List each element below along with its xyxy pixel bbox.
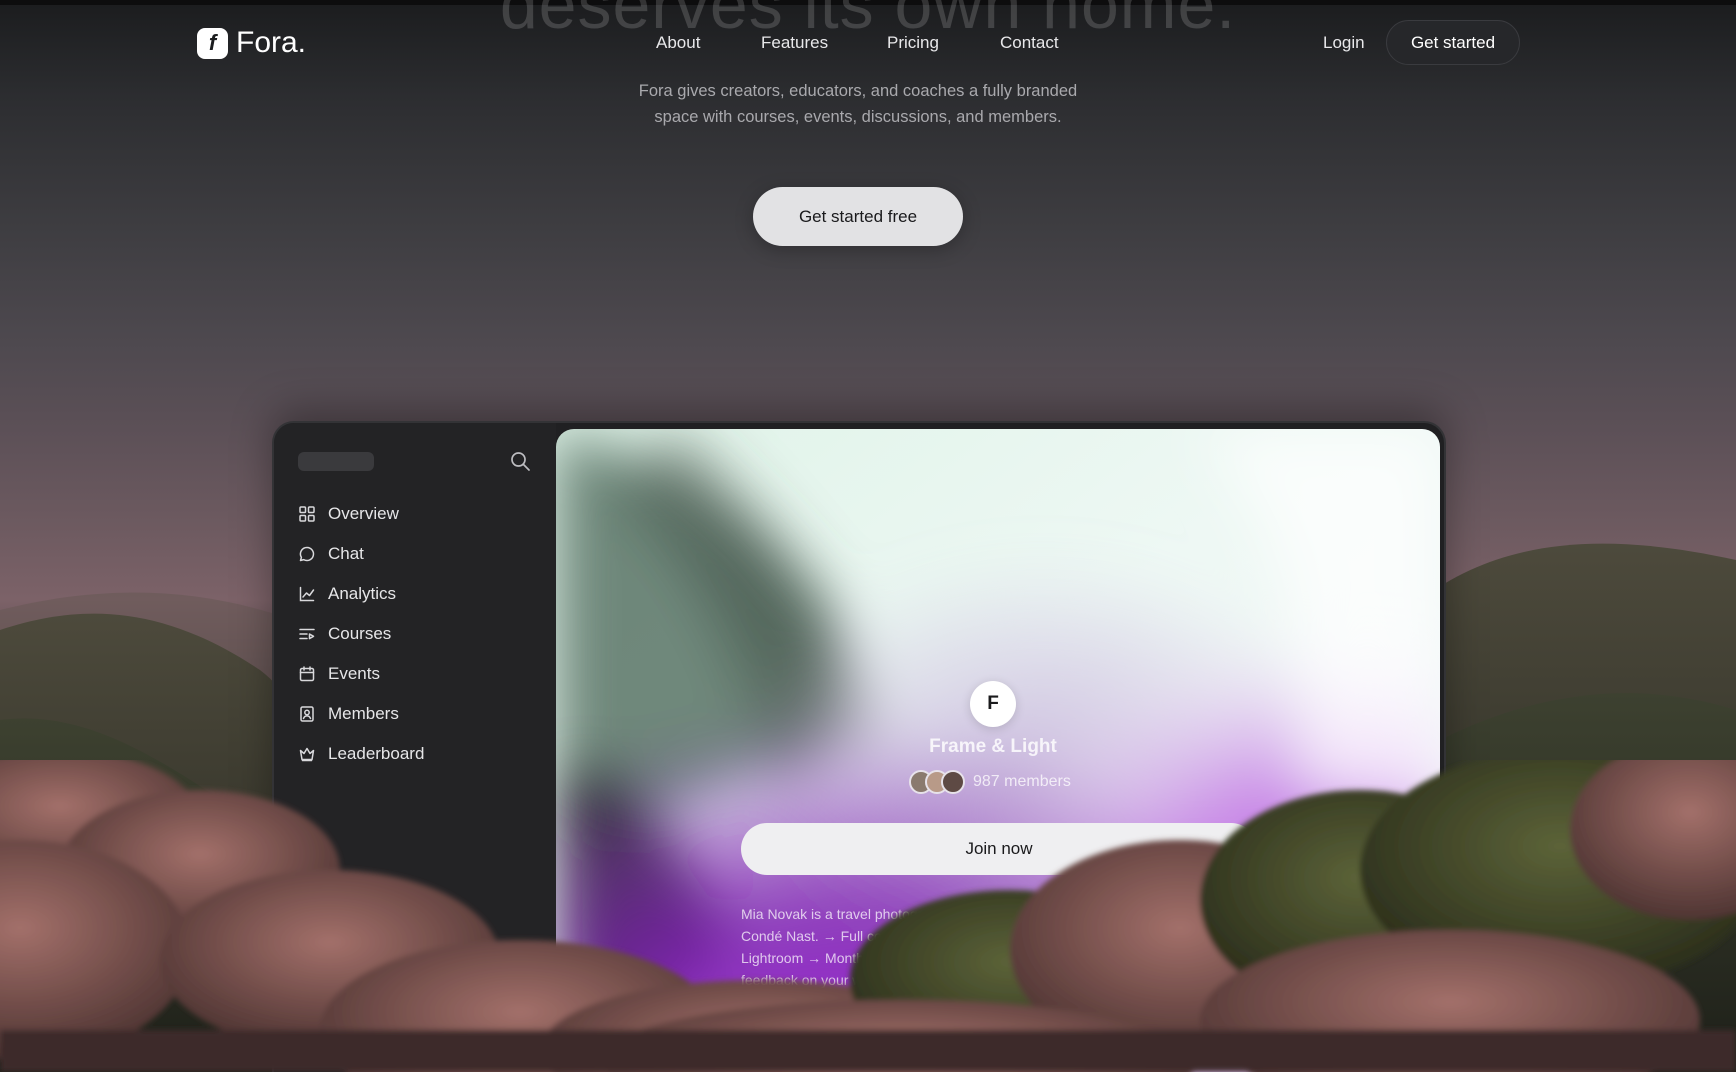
get-started-button[interactable]: Get started <box>1386 20 1520 65</box>
calendar-icon <box>299 666 315 682</box>
description-line: Mia Novak is a travel photographer publi… <box>741 906 1196 922</box>
sidebar-item-events[interactable]: Events <box>298 659 380 689</box>
courses-icon <box>299 628 315 640</box>
sidebar-item-chat[interactable]: Chat <box>298 539 364 569</box>
sidebar-item-label: Members <box>328 704 399 723</box>
community-preview: F Frame & Light 987 members Join now Mia… <box>556 429 1440 1072</box>
description-line: feedback on your work fr <box>741 972 895 988</box>
sidebar-item-members[interactable]: Members <box>298 699 399 729</box>
member-card-icon <box>300 706 314 722</box>
nav-link-features[interactable]: Features <box>761 33 828 53</box>
sidebar-item-label: Analytics <box>328 584 397 603</box>
avatar <box>941 770 965 794</box>
community-name: Frame & Light <box>929 736 1057 757</box>
logo-icon: f <box>197 27 228 59</box>
sidebar-item-label: Overview <box>328 504 399 523</box>
sidebar-item-label: Leaderboard <box>328 744 425 763</box>
member-avatars <box>909 770 965 794</box>
sidebar-item-courses[interactable]: Courses <box>298 619 391 649</box>
sidebar-item-label: Events <box>328 664 380 683</box>
hero-subtitle: Fora gives creators, educators, and coac… <box>568 78 1148 130</box>
description-line: Condé Nast. → Full courses on compositio… <box>741 928 1134 944</box>
community-avatar: F <box>970 681 1016 727</box>
join-now-button[interactable]: Join now <box>741 823 1257 875</box>
crown-icon <box>299 747 315 762</box>
logo-text: Fora. <box>236 26 307 59</box>
description-line: Lightroom → Monthly photo challenges wit… <box>741 950 1029 966</box>
get-started-free-button[interactable]: Get started free <box>753 187 963 246</box>
members-summary: 987 members <box>909 769 1071 795</box>
sidebar-item-label: Courses <box>328 624 392 643</box>
workspace-placeholder <box>298 452 374 471</box>
chat-bubble-icon <box>299 546 315 562</box>
nav-link-contact[interactable]: Contact <box>1000 33 1059 53</box>
nav-link-pricing[interactable]: Pricing <box>887 33 939 53</box>
sidebar-item-analytics[interactable]: Analytics <box>298 579 396 609</box>
community-description: Mia Novak is a travel photographer publi… <box>741 903 1261 991</box>
sidebar-item-leaderboard[interactable]: Leaderboard <box>298 739 424 769</box>
app-sidebar: Overview Chat Analytics Courses Events M… <box>274 423 556 1072</box>
nav-link-about[interactable]: About <box>656 33 700 53</box>
members-count: 987 members <box>973 773 1071 790</box>
chart-icon <box>299 586 315 602</box>
app-preview-window: Overview Chat Analytics Courses Events M… <box>272 421 1446 1072</box>
sidebar-item-overview[interactable]: Overview <box>298 499 399 529</box>
brand-logo[interactable]: f Fora. <box>197 26 306 60</box>
sidebar-item-label: Chat <box>328 544 364 563</box>
login-link[interactable]: Login <box>1323 33 1365 53</box>
grid-icon <box>299 506 315 522</box>
search-icon[interactable] <box>508 449 532 473</box>
hero-subtitle-line: Fora gives creators, educators, and coac… <box>638 82 1078 100</box>
hero-subtitle-line: space with courses, events, discussions,… <box>654 108 1062 126</box>
